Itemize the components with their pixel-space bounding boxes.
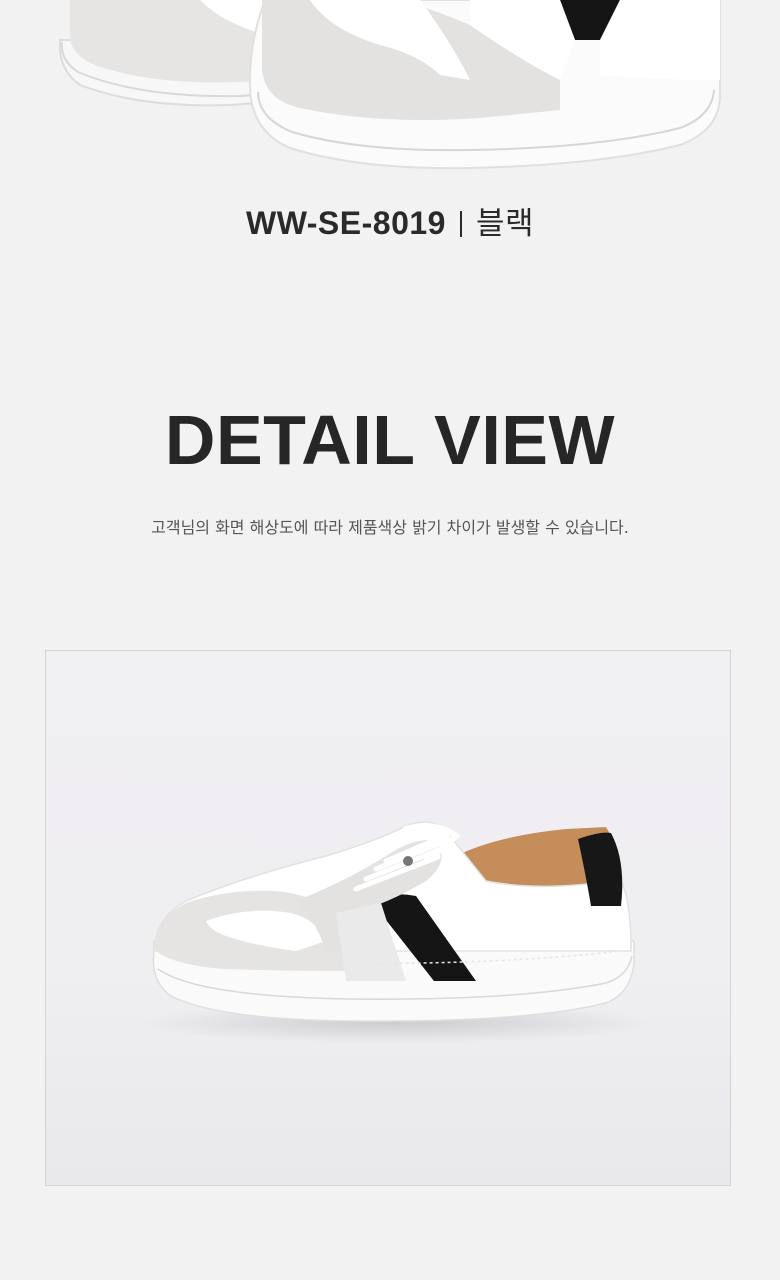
product-photo-top [0,0,780,180]
detail-photo [45,650,731,1186]
product-caption: WW-SE-8019 블랙 [0,198,780,243]
sneaker-pair-image [58,0,721,170]
caption-separator [459,211,462,237]
section-title: DETAIL VIEW [164,401,616,479]
product-code: WW-SE-8019 [246,205,446,241]
product-color: 블랙 [475,206,534,242]
sneaker-side-view-image [136,821,656,1043]
color-notice: 고객님의 화면 해상도에 따라 제품색상 밝기 차이가 발생할 수 있습니다. [151,518,629,537]
